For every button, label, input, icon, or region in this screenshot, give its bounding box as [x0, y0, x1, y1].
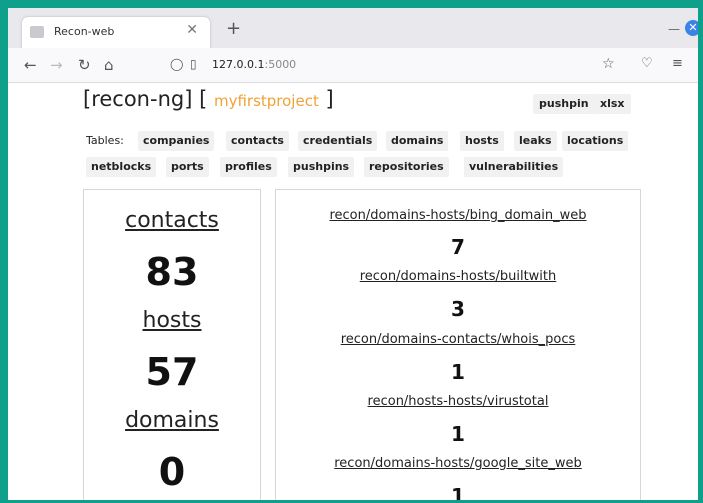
stat-label-contacts[interactable]: contacts — [84, 208, 260, 233]
stat-value-domains: 0 — [158, 450, 186, 494]
pushpin-button[interactable]: pushpin — [533, 94, 595, 114]
url-text: 127.0.0.1:5000 — [212, 58, 296, 71]
project-name[interactable]: myfirstproject — [214, 92, 319, 110]
table-link-repositories[interactable]: repositories — [364, 157, 449, 177]
new-tab-icon[interactable]: + — [226, 18, 241, 39]
tab-strip: Recon-web ✕ + — ✕ — [8, 8, 698, 48]
brand-close: ] — [325, 87, 334, 111]
back-icon[interactable]: ← — [24, 56, 37, 74]
window-close-icon[interactable]: ✕ — [685, 20, 698, 36]
table-link-hosts[interactable]: hosts — [460, 131, 504, 151]
bookmark-star-icon[interactable]: ☆ — [602, 56, 615, 72]
url-port: :5000 — [264, 58, 297, 71]
home-icon[interactable]: ⌂ — [104, 56, 114, 74]
pocket-icon[interactable]: ♡ — [641, 56, 653, 71]
module-count: 1 — [451, 484, 465, 500]
module-link[interactable]: recon/domains-hosts/google_site_web — [276, 456, 640, 471]
minimize-icon[interactable]: — — [668, 22, 680, 36]
table-link-pushpins[interactable]: pushpins — [288, 157, 355, 177]
page-title: [recon-ng] [ myfirstproject ] — [83, 87, 334, 111]
shield-icon[interactable]: ◯ — [170, 57, 183, 71]
tab-title: Recon-web — [54, 25, 115, 38]
close-tab-icon[interactable]: ✕ — [186, 22, 198, 38]
page-content: [recon-ng] [ myfirstproject ] pushpin xl… — [8, 83, 698, 500]
module-link[interactable]: recon/domains-contacts/whois_pocs — [276, 332, 640, 347]
browser-window: Recon-web ✕ + — ✕ ← → ↻ ⌂ ◯ ▯ 127.0.0.1:… — [8, 8, 698, 500]
forward-icon[interactable]: → — [50, 56, 63, 74]
stat-label-hosts[interactable]: hosts — [84, 308, 260, 333]
table-link-contacts[interactable]: contacts — [226, 131, 289, 151]
tables-label: Tables: — [86, 134, 124, 147]
page-icon[interactable]: ▯ — [190, 57, 197, 71]
tables-nav-row-2: netblocks ports profiles pushpins reposi… — [86, 157, 646, 179]
stat-value-contacts: 83 — [145, 250, 199, 294]
table-link-ports[interactable]: ports — [166, 157, 209, 177]
url-host: 127.0.0.1 — [212, 58, 265, 71]
favicon-icon — [30, 26, 44, 38]
brand-text: [recon-ng] [ — [83, 87, 208, 111]
module-count: 1 — [451, 422, 465, 446]
stat-label-domains[interactable]: domains — [84, 408, 260, 433]
tables-nav: Tables: companies contacts credentials d… — [86, 131, 646, 153]
table-link-companies[interactable]: companies — [138, 131, 215, 151]
table-link-netblocks[interactable]: netblocks — [86, 157, 157, 177]
xlsx-button[interactable]: xlsx — [594, 94, 631, 114]
module-count: 7 — [451, 235, 465, 259]
module-count: 1 — [451, 360, 465, 384]
browser-tab[interactable]: Recon-web ✕ — [22, 17, 210, 48]
modules-panel: recon/domains-hosts/bing_domain_web 7 re… — [275, 189, 641, 500]
address-bar[interactable]: ◯ ▯ 127.0.0.1:5000 ☆ — [166, 53, 624, 77]
table-link-leaks[interactable]: leaks — [514, 131, 557, 151]
table-link-vulnerabilities[interactable]: vulnerabilities — [464, 157, 564, 177]
module-count: 3 — [451, 297, 465, 321]
stats-panel: contacts 83 hosts 57 domains 0 — [83, 189, 261, 500]
navigation-bar: ← → ↻ ⌂ ◯ ▯ 127.0.0.1:5000 ☆ ♡ ≡ — [8, 48, 698, 83]
table-link-domains[interactable]: domains — [386, 131, 449, 151]
table-link-locations[interactable]: locations — [562, 131, 629, 151]
table-link-credentials[interactable]: credentials — [298, 131, 378, 151]
stat-value-hosts: 57 — [145, 350, 199, 394]
menu-icon[interactable]: ≡ — [672, 56, 683, 71]
module-link[interactable]: recon/domains-hosts/bing_domain_web — [276, 208, 640, 223]
reload-icon[interactable]: ↻ — [78, 56, 91, 74]
module-link[interactable]: recon/hosts-hosts/virustotal — [276, 394, 640, 409]
table-link-profiles[interactable]: profiles — [220, 157, 277, 177]
module-link[interactable]: recon/domains-hosts/builtwith — [276, 269, 640, 284]
